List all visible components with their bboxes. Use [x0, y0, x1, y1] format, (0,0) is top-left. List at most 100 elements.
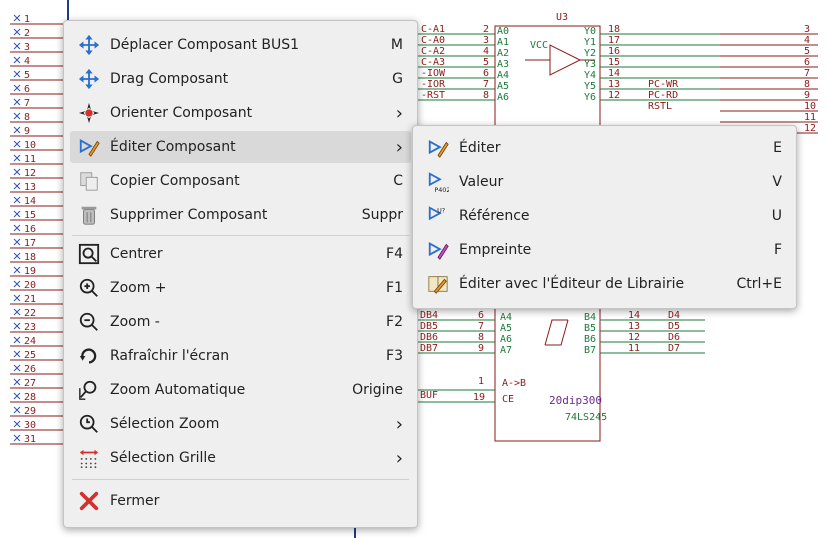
- connector-pin-number: 1: [24, 14, 30, 25]
- no-connect-icon: [13, 196, 21, 204]
- connector-pin-number: 14: [24, 196, 36, 207]
- no-connect-icon: [13, 112, 21, 120]
- pin-number: 12: [608, 90, 620, 101]
- main_menu-item-zoom[interactable]: Zoom + F1: [70, 272, 411, 304]
- main_menu-item-editer-composant[interactable]: Éditer Composant ›: [70, 131, 411, 163]
- pin-number: 3: [483, 35, 489, 46]
- pin-number: 5: [483, 57, 489, 68]
- pin-number: 2: [483, 24, 489, 35]
- pin-number: 14: [628, 310, 640, 321]
- main_menu-item-label: Sélection Zoom: [110, 416, 220, 432]
- main_menu-item-copier-composant[interactable]: Copier Composant C: [70, 165, 411, 197]
- sub_menu-item-valeur[interactable]: P402 Valeur V: [419, 166, 790, 198]
- chip-input-label: A5: [500, 323, 512, 334]
- net-label: DB4: [420, 310, 438, 321]
- net-label: C-A1: [421, 24, 445, 35]
- no-connect-icon: [13, 280, 21, 288]
- chip-input-label: A4: [497, 70, 509, 81]
- buffer-symbol: [549, 44, 582, 76]
- net-label: C-A2: [421, 46, 445, 57]
- pin-number: 14: [608, 68, 620, 79]
- connector-pin-number: 11: [24, 154, 36, 165]
- chip-output-label: Y3: [584, 59, 596, 70]
- chip-output-label: B7: [584, 345, 596, 356]
- sub_menu-item-label: Empreinte: [459, 242, 532, 258]
- main_menu-item-orienter-composant[interactable]: Orienter Composant ›: [70, 97, 411, 129]
- submenu-arrow-icon: ›: [395, 136, 403, 158]
- right-nets: Y0 18 Y1 17 Y2 16 Y3 15 Y4 14 Y5 13 Y6 12 PC-WRPC-RDRS…: [530, 24, 818, 134]
- pin-number: 8: [483, 90, 489, 101]
- net-label: C-A0: [421, 35, 445, 46]
- main_menu-item-shortcut: F3: [386, 348, 403, 364]
- connector-pin-number: 9: [24, 126, 30, 137]
- chip-output-label: Y5: [584, 81, 596, 92]
- pin-number: 9: [478, 343, 484, 354]
- sub_menu-item-editer-avec-l-editeur-de-librairie[interactable]: Éditer avec l'Éditeur de Librairie Ctrl+E: [419, 268, 790, 300]
- main_menu-item-label: Copier Composant: [110, 173, 240, 189]
- no-connect-icon: [13, 28, 21, 36]
- no-connect-icon: [13, 294, 21, 302]
- no-connect-icon: [13, 392, 21, 400]
- sub_menu-item-reference[interactable]: U? Référence U: [419, 200, 790, 232]
- main_menu-item-zoom[interactable]: Zoom - F2: [70, 306, 411, 338]
- main_menu-item-zoom-automatique[interactable]: Zoom Automatique Origine: [70, 374, 411, 406]
- main_menu-item-rafraichir-l-ecran[interactable]: Rafraîchir l'écran F3: [70, 340, 411, 372]
- connector-pin-number: 25: [24, 350, 36, 361]
- main_menu-item-selection-grille[interactable]: Sélection Grille ›: [70, 442, 411, 474]
- no-connect-icon: [13, 154, 21, 162]
- center-icon: [76, 241, 102, 267]
- sub_menu-item-label: Éditer avec l'Éditeur de Librairie: [459, 276, 685, 292]
- main_menu-item-drag-composant[interactable]: Drag Composant G: [70, 63, 411, 95]
- header-pin-number: 12: [804, 123, 816, 134]
- move-icon: [76, 32, 102, 58]
- lower-chip-area: DB4 6 A4 B4 14 D4 DB5 7 A5 B5 13 D5 DB6 8 A6 B6 12 D6 DB7 9…: [418, 310, 705, 356]
- net-label: C-A3: [421, 57, 445, 68]
- sub_menu-item-shortcut: U: [771, 208, 782, 224]
- no-connect-icon: [13, 322, 21, 330]
- main_menu-item-selection-zoom[interactable]: Sélection Zoom ›: [70, 408, 411, 440]
- main_menu-item-supprimer-composant[interactable]: Supprimer Composant Suppr: [70, 199, 411, 231]
- chip-input-label: A7: [500, 345, 512, 356]
- pin-number: 6: [483, 68, 489, 79]
- net-label: -IOR: [421, 79, 446, 90]
- chip-input-label: A5: [497, 81, 509, 92]
- net-label: DB6: [420, 332, 438, 343]
- main_menu-item-shortcut: Suppr: [361, 207, 403, 223]
- no-connect-icon: [13, 210, 21, 218]
- main_menu-item-centrer[interactable]: Centrer F4: [70, 238, 411, 270]
- buf-label: BUF: [420, 390, 438, 401]
- pin-number: 8: [478, 332, 484, 343]
- no-connect-icon: [13, 14, 21, 22]
- sub_menu-item-label: Valeur: [459, 174, 504, 190]
- chip-input-label: A6: [497, 92, 509, 103]
- main_menu-item-label: Supprimer Composant: [110, 207, 268, 223]
- main_menu-item-label: Zoom -: [110, 314, 160, 330]
- main_menu-item-label: Sélection Grille: [110, 450, 216, 466]
- sub_menu-item-empreinte[interactable]: Empreinte F: [419, 234, 790, 266]
- main_menu-item-deplacer-composant-bus1[interactable]: Déplacer Composant BUS1 M: [70, 29, 411, 61]
- chip-output-label: Y6: [584, 92, 596, 103]
- main_menu-item-shortcut: Origine: [352, 382, 403, 398]
- connector-pin-number: 18: [24, 252, 36, 263]
- main_menu-item-fermer[interactable]: Fermer: [70, 485, 411, 517]
- edit-component-icon: [76, 134, 102, 160]
- pin-number: 11: [628, 343, 640, 354]
- sub_menu-item-editer[interactable]: Éditer E: [419, 132, 790, 164]
- main_menu-item-label: Drag Composant: [110, 71, 229, 87]
- main_menu-item-label: Fermer: [110, 493, 160, 509]
- connector-pin-number: 5: [24, 70, 30, 81]
- no-connect-icon: [13, 434, 21, 442]
- left-connector: 1234567891011121314151617181920212223242…: [10, 14, 66, 445]
- delete-icon: [76, 202, 102, 228]
- sub_menu-item-shortcut: F: [773, 242, 782, 258]
- chip-input-label: A6: [500, 334, 512, 345]
- pin1-num: 1: [478, 376, 484, 387]
- sub_menu-item-shortcut: E: [773, 140, 782, 156]
- main_menu-item-shortcut: M: [390, 37, 403, 53]
- pin-number: 4: [483, 46, 489, 57]
- submenu-arrow-icon: ›: [395, 102, 403, 124]
- main_menu-item-shortcut: F4: [386, 246, 403, 262]
- zoom-select-icon: [76, 411, 102, 437]
- chip-input-label: A2: [497, 48, 509, 59]
- chip-output-label: B6: [584, 334, 596, 345]
